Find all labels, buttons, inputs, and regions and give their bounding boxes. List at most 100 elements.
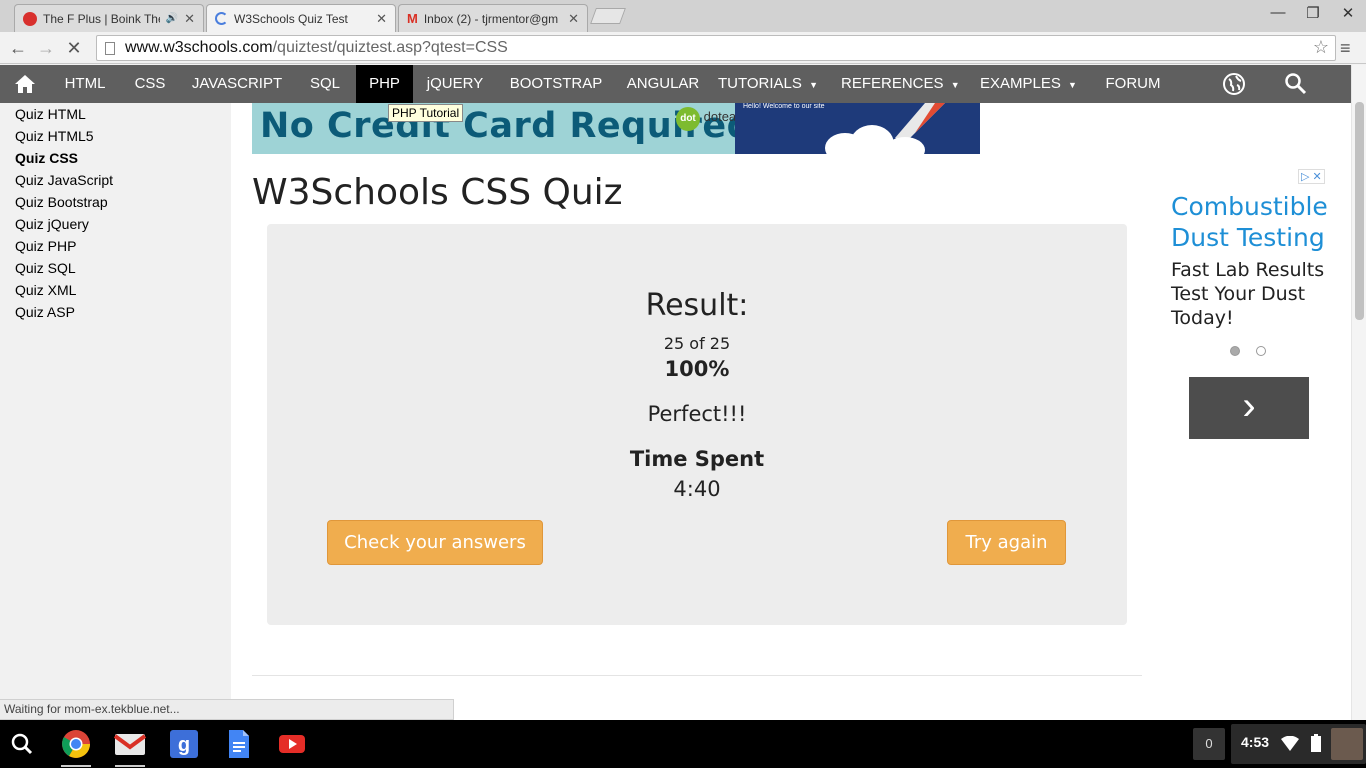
carousel-dot[interactable] (1256, 346, 1266, 356)
globe-icon[interactable] (1222, 72, 1246, 96)
try-again-button[interactable]: Try again (947, 520, 1066, 565)
close-tab-icon[interactable]: ✕ (568, 11, 579, 27)
search-icon[interactable] (1284, 72, 1308, 96)
result-heading: Result: (645, 288, 749, 323)
ad-choices-icon[interactable]: ▷ ✕ (1298, 169, 1325, 184)
close-tab-icon[interactable]: ✕ (376, 11, 387, 27)
os-shelf: g 0 4:53 (0, 720, 1366, 768)
sidebar-item-quiz-css[interactable]: Quiz CSS (0, 147, 231, 169)
nav-javascript[interactable]: JAVASCRIPT (184, 65, 290, 103)
verdict-text: Perfect!!! (647, 402, 747, 426)
scrollbar-thumb[interactable] (1355, 102, 1364, 320)
score-percent: 100% (664, 357, 730, 381)
tab-fplus[interactable]: The F Plus | Boink The 🔊 ✕ (14, 4, 204, 32)
launcher-search-icon[interactable] (6, 728, 38, 760)
tab-gmail[interactable]: M Inbox (2) - tjrmentor@gm ✕ (398, 4, 588, 32)
sidebar-item-quiz-javascript[interactable]: Quiz JavaScript (0, 169, 231, 191)
youtube-icon[interactable] (276, 728, 308, 760)
system-tray[interactable]: 4:53 (1231, 724, 1366, 764)
url-path: /quiztest/quiztest.asp?qtest=CSS (272, 39, 508, 56)
banner-image: Hello! Welcome to our site (735, 103, 980, 154)
caret-down-icon: ▼ (1068, 80, 1077, 90)
nav-examples-label: EXAMPLES (980, 75, 1061, 92)
forward-icon[interactable]: → (34, 36, 58, 60)
google-search-app-icon[interactable]: g (168, 728, 200, 760)
status-bubble: Waiting for mom-ex.tekblue.net... (0, 699, 454, 720)
main-content: No Credit Card Required dot doteasy Hell… (231, 103, 1351, 720)
result-panel: Result: 25 of 25 100% Perfect!!! Time Sp… (267, 224, 1127, 625)
svg-text:g: g (178, 734, 190, 756)
tab-title: Inbox (2) - tjrmentor@gm (423, 11, 559, 26)
time-spent-value: 4:40 (673, 477, 721, 501)
nav-tutorials[interactable]: TUTORIALS ▼ (718, 65, 818, 103)
restore-icon[interactable]: ❐ (1298, 4, 1328, 22)
ad-next-button[interactable]: › (1189, 377, 1309, 439)
sidebar-item-quiz-bootstrap[interactable]: Quiz Bootstrap (0, 191, 231, 213)
nav-bootstrap[interactable]: BOOTSTRAP (500, 65, 612, 103)
nav-references[interactable]: REFERENCES ▼ (841, 65, 960, 103)
bookmark-star-icon[interactable]: ☆ (1313, 37, 1329, 58)
top-navigation: HTML CSS JAVASCRIPT SQL PHP jQUERY BOOTS… (0, 65, 1351, 103)
sidebar-item-quiz-html[interactable]: Quiz HTML (0, 103, 231, 125)
ad-title[interactable]: Combustible Dust Testing (1171, 191, 1341, 253)
page-icon (105, 41, 115, 55)
brand-logo-icon: dot (676, 107, 700, 131)
minimize-icon[interactable]: — (1263, 4, 1293, 21)
wifi-icon (1281, 736, 1299, 751)
stop-loading-icon[interactable]: ✕ (62, 36, 86, 60)
banner-ad[interactable]: No Credit Card Required dot doteasy Hell… (252, 103, 980, 154)
nav-tooltip: PHP Tutorial (388, 104, 464, 122)
tab-title: W3Schools Quiz Test (234, 11, 348, 26)
score-text: 25 of 25 (663, 334, 731, 353)
divider (252, 675, 1142, 676)
new-tab-button[interactable] (590, 8, 626, 24)
audio-playing-icon: 🔊 (165, 13, 179, 24)
sidebar-item-quiz-sql[interactable]: Quiz SQL (0, 257, 231, 279)
sidebar-item-quiz-php[interactable]: Quiz PHP (0, 235, 231, 257)
url-host: www.w3schools.com (125, 39, 273, 56)
chrome-menu-icon[interactable]: ≡ (1340, 38, 1351, 59)
address-bar[interactable]: www.w3schools.com/quiztest/quiztest.asp?… (96, 35, 1336, 61)
nav-css[interactable]: CSS (122, 65, 178, 103)
sidebar-item-quiz-html5[interactable]: Quiz HTML5 (0, 125, 231, 147)
nav-html[interactable]: HTML (56, 65, 114, 103)
sidebar-item-quiz-xml[interactable]: Quiz XML (0, 279, 231, 301)
carousel-dot-active[interactable] (1230, 346, 1240, 356)
home-icon[interactable] (14, 74, 36, 94)
gmail-icon: M (407, 11, 418, 26)
gmail-app-icon[interactable] (114, 728, 146, 760)
tab-w3schools[interactable]: W3Schools Quiz Test ✕ (206, 4, 396, 32)
chrome-icon[interactable] (60, 728, 92, 760)
nav-angular[interactable]: ANGULAR (620, 65, 706, 103)
quiz-list: Quiz HTML Quiz HTML5 Quiz CSS Quiz JavaS… (0, 103, 231, 323)
left-sidebar: Quiz HTML Quiz HTML5 Quiz CSS Quiz JavaS… (0, 103, 231, 720)
check-answers-button[interactable]: Check your answers (327, 520, 543, 565)
time-spent-label: Time Spent (629, 447, 765, 471)
nav-jquery[interactable]: jQUERY (419, 65, 491, 103)
user-avatar[interactable] (1331, 728, 1363, 760)
ad-body: Fast Lab Results Test Your Dust Today! (1171, 259, 1325, 329)
sidebar-item-quiz-asp[interactable]: Quiz ASP (0, 301, 231, 323)
battery-icon (1311, 734, 1321, 752)
close-tab-icon[interactable]: ✕ (184, 11, 195, 27)
close-window-icon[interactable]: ✕ (1333, 4, 1363, 22)
nav-examples[interactable]: EXAMPLES ▼ (980, 65, 1080, 103)
caret-down-icon: ▼ (809, 80, 818, 90)
browser-toolbar: ← → ✕ www.w3schools.com/quiztest/quiztes… (0, 32, 1366, 64)
nav-php[interactable]: PHP (356, 65, 413, 103)
notification-counter[interactable]: 0 (1193, 728, 1225, 760)
sidebar-item-quiz-jquery[interactable]: Quiz jQuery (0, 213, 231, 235)
nav-sql[interactable]: SQL (296, 65, 354, 103)
google-docs-icon[interactable] (222, 728, 254, 760)
tab-title: The F Plus | Boink The (43, 11, 160, 26)
page-scrollbar[interactable] (1351, 65, 1366, 720)
tab-strip: The F Plus | Boink The 🔊 ✕ W3Schools Qui… (0, 0, 1366, 32)
clock: 4:53 (1241, 734, 1270, 750)
loading-spinner-icon (215, 12, 228, 25)
nav-forum[interactable]: FORUM (1098, 65, 1168, 103)
page-title: W3Schools CSS Quiz (252, 172, 623, 213)
back-icon[interactable]: ← (6, 36, 30, 60)
gmail-running-indicator (115, 765, 145, 767)
nav-references-label: REFERENCES (841, 75, 944, 92)
chrome-running-indicator (61, 765, 91, 767)
